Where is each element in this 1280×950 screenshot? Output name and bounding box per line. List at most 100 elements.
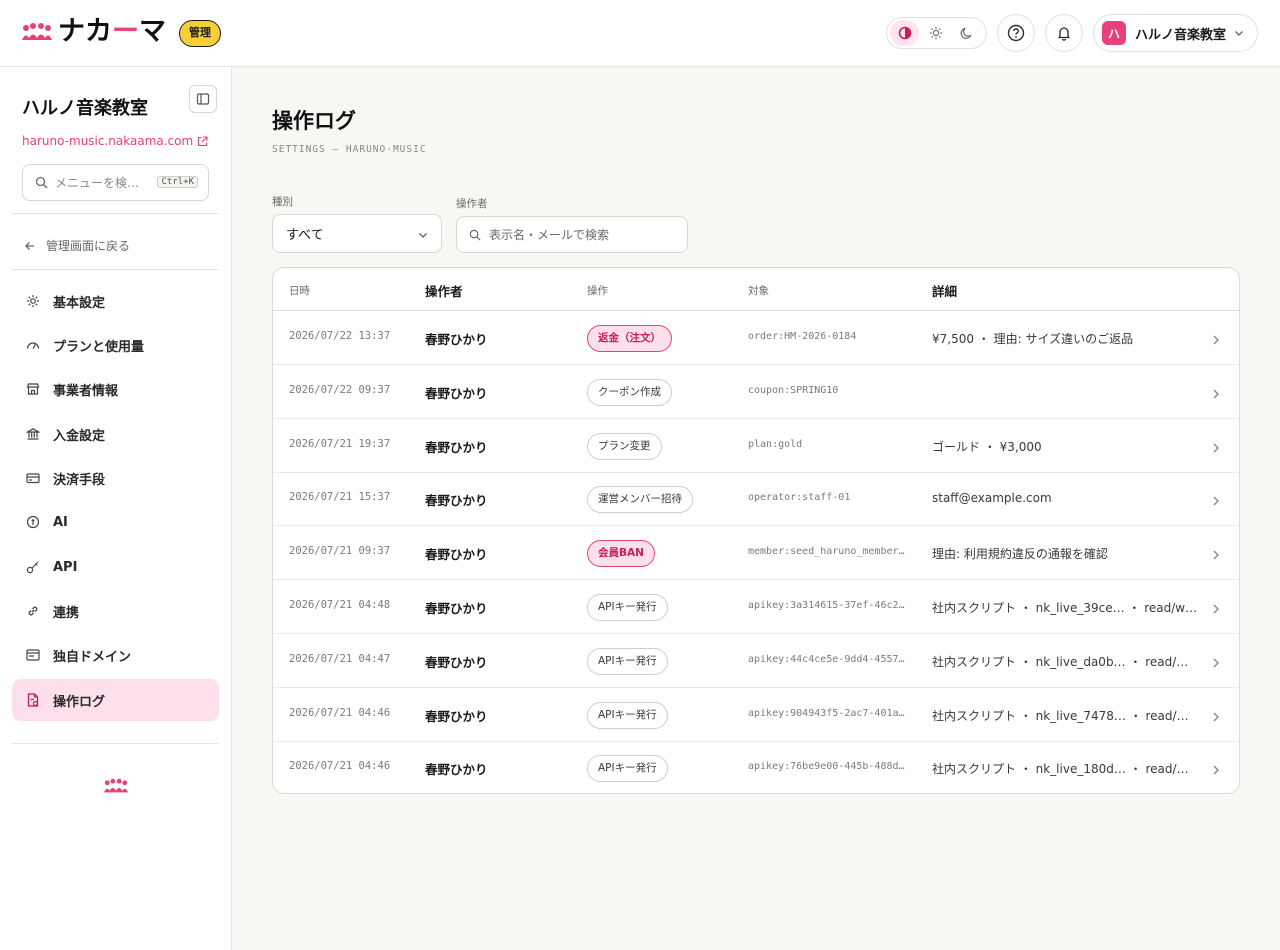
nav-label: 決済手段 xyxy=(53,472,106,488)
nav-label: 基本設定 xyxy=(53,295,106,311)
logo-text: ナカーマ xyxy=(58,16,166,47)
column-header-time: 日時 xyxy=(289,285,310,297)
theme-dark-button[interactable] xyxy=(952,20,981,46)
sidebar-item-api[interactable]: API xyxy=(12,546,219,588)
row-time: 2026/07/22 13:37 xyxy=(289,330,391,342)
table-row[interactable]: 2026/07/21 04:46 春野ひかり APIキー発行 apikey:76be9… xyxy=(273,741,1239,793)
table-row[interactable]: 2026/07/21 19:37 春野ひかり プラン変更 plan:gold ゴールド … xyxy=(273,419,1239,473)
top-header: ナカーマ 管理 ハ ハルノ音楽教室 xyxy=(0,0,1280,67)
search-icon xyxy=(35,176,48,189)
action-badge: APIキー発行 xyxy=(587,647,668,675)
row-detail: 社内スクリプト ・ nk_live_7478… ・ read/wr… xyxy=(932,708,1198,723)
chevron-right-icon[interactable] xyxy=(1211,385,1221,404)
row-target: operator:staff-01 xyxy=(748,492,851,504)
page-title: 操作ログ xyxy=(272,109,356,133)
moon-icon xyxy=(960,27,971,39)
column-header-detail: 詳細 xyxy=(932,284,958,299)
sidebar-item-business-info[interactable]: 事業者情報 xyxy=(12,368,219,410)
sidebar-item-ai[interactable]: AI xyxy=(12,501,219,543)
theme-toggle xyxy=(886,17,987,49)
table-row[interactable]: 2026/07/21 04:48 春野ひかり APIキー発行 apikey:3a314… xyxy=(273,580,1239,634)
row-operator: 春野ひかり xyxy=(425,493,488,509)
row-detail: staff@example.com xyxy=(932,491,1052,506)
chevron-right-icon[interactable] xyxy=(1211,761,1221,780)
organization-avatar: ハ xyxy=(1102,21,1126,45)
notifications-button[interactable] xyxy=(1045,14,1083,52)
organization-switcher[interactable]: ハ ハルノ音楽教室 xyxy=(1093,14,1258,52)
row-detail: ¥7,500 ・ 理由: サイズ違いのご返品 xyxy=(932,332,1134,346)
app-logo[interactable]: ナカーマ xyxy=(22,17,166,47)
table-header: 日時 操作者 操作 対象 詳細 xyxy=(273,268,1239,311)
bell-icon xyxy=(1058,27,1070,41)
row-time: 2026/07/22 09:37 xyxy=(289,383,391,396)
search-icon xyxy=(469,229,481,241)
row-operator: 春野ひかり xyxy=(425,654,488,670)
logo-people-icon xyxy=(22,23,52,40)
shortcut-hint: Ctrl+K xyxy=(157,176,198,188)
admin-badge: 管理 xyxy=(179,20,221,47)
footer-logo-icon xyxy=(104,778,128,793)
table-row[interactable]: 2026/07/22 09:37 春野ひかり クーポン作成 coupon:SPRING… xyxy=(273,365,1239,419)
log-file-icon xyxy=(25,693,40,708)
row-time: 2026/07/21 15:37 xyxy=(289,491,391,504)
menu-search-placeholder: メニューを検… xyxy=(55,176,140,190)
table-row[interactable]: 2026/07/21 09:37 春野ひかり 会員BAN member:seed_ha… xyxy=(273,526,1239,581)
sidebar-item-custom-domain[interactable]: 独自ドメイン xyxy=(12,634,219,676)
divider xyxy=(12,269,219,270)
gauge-icon xyxy=(25,338,40,353)
action-badge: クーポン作成 xyxy=(587,378,672,406)
back-to-admin-link[interactable]: 管理画面に戻る xyxy=(24,237,130,254)
sidebar-item-payout-settings[interactable]: 入金設定 xyxy=(12,413,219,455)
row-target: plan:gold xyxy=(748,438,803,450)
ai-icon xyxy=(25,515,40,530)
table-row[interactable]: 2026/07/22 13:37 春野ひかり 返金（注文） order:HM-2026… xyxy=(273,311,1239,365)
theme-light-button[interactable] xyxy=(921,20,950,46)
chevron-right-icon[interactable] xyxy=(1211,654,1221,673)
sidebar-item-operation-log[interactable]: 操作ログ xyxy=(12,679,219,721)
table-row[interactable]: 2026/07/21 15:37 春野ひかり 運営メンバー招待 operator:st… xyxy=(273,472,1239,527)
bank-icon xyxy=(25,427,40,442)
help-button[interactable] xyxy=(997,14,1035,52)
chevron-right-icon[interactable] xyxy=(1211,331,1221,350)
sidebar-item-integrations[interactable]: 連携 xyxy=(12,590,219,632)
arrow-left-icon xyxy=(25,241,34,250)
sun-gear-icon xyxy=(25,294,40,309)
credit-card-icon xyxy=(25,471,40,486)
row-target: apikey:76be9e00-445b-488d… xyxy=(748,761,905,773)
column-header-target: 対象 xyxy=(748,285,769,297)
table-row[interactable]: 2026/07/21 04:47 春野ひかり APIキー発行 apikey:44c4c… xyxy=(273,634,1239,688)
site-link[interactable]: haruno-music.nakaama.com xyxy=(22,134,208,148)
action-badge: 会員BAN xyxy=(587,540,655,568)
operator-search-input[interactable] xyxy=(489,227,679,242)
row-target: apikey:3a314615-37ef-46c2… xyxy=(748,600,905,611)
row-time: 2026/07/21 04:46 xyxy=(289,760,391,773)
chevron-right-icon[interactable] xyxy=(1211,546,1221,565)
sidebar-item-plan-usage[interactable]: プランと使用量 xyxy=(12,324,219,366)
external-link-icon xyxy=(198,135,208,146)
row-detail: 社内スクリプト ・ nk_live_da0b… ・ read/w… xyxy=(932,654,1198,669)
sidebar-item-basic-settings[interactable]: 基本設定 xyxy=(12,280,219,322)
sidebar-collapse-button[interactable] xyxy=(189,85,217,113)
chevron-right-icon[interactable] xyxy=(1211,492,1221,511)
sidebar-panel-icon xyxy=(196,93,210,105)
divider xyxy=(12,743,219,744)
table-row[interactable]: 2026/07/21 04:46 春野ひかり APIキー発行 apikey:90494… xyxy=(273,688,1239,742)
chevron-right-icon[interactable] xyxy=(1211,708,1221,727)
type-filter-select[interactable]: すべて xyxy=(272,214,442,253)
column-header-action: 操作 xyxy=(587,285,608,297)
chevron-right-icon[interactable] xyxy=(1211,439,1221,458)
chevron-right-icon[interactable] xyxy=(1211,600,1221,619)
sidebar-item-payment-methods[interactable]: 決済手段 xyxy=(12,457,219,499)
theme-system-button[interactable] xyxy=(890,20,919,46)
nav-label: AI xyxy=(53,514,68,530)
nav-label: 操作ログ xyxy=(53,694,106,710)
operator-search xyxy=(456,216,688,253)
row-operator: 春野ひかり xyxy=(425,547,488,563)
row-operator: 春野ひかり xyxy=(425,601,488,616)
row-operator: 春野ひかり xyxy=(425,332,488,347)
sun-icon xyxy=(929,26,942,40)
sidebar-title: ハルノ音楽教室 xyxy=(22,98,148,119)
menu-search-input[interactable]: メニューを検… Ctrl+K xyxy=(22,164,209,201)
link-icon xyxy=(25,604,40,619)
row-time: 2026/07/21 04:46 xyxy=(289,706,391,719)
